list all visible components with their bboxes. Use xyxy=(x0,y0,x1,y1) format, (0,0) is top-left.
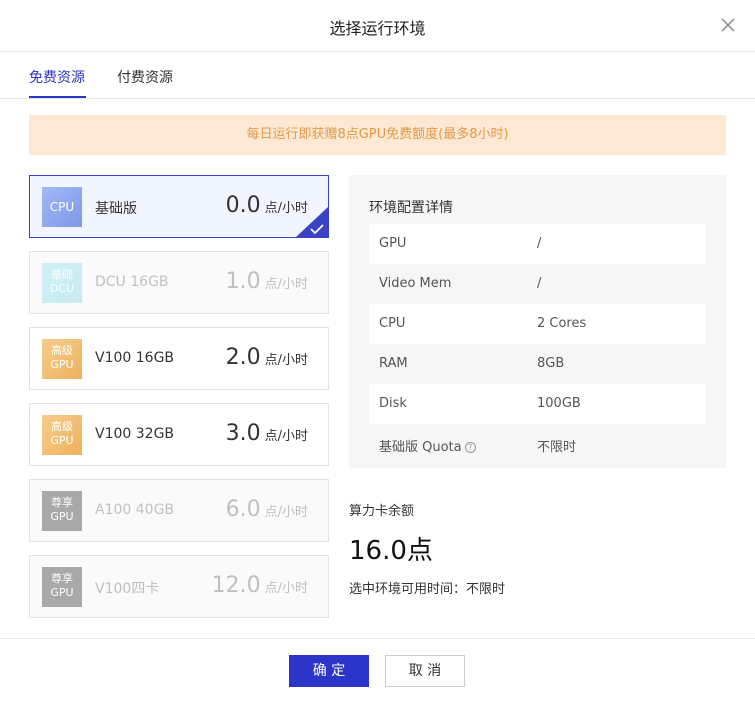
detail-title: 环境配置详情 xyxy=(369,200,453,216)
help-icon[interactable]: ? xyxy=(464,442,476,453)
env-card-price: 1.0 点/小时 xyxy=(226,269,308,294)
detail-row-quota: 基础版 Quota? 不限时 xyxy=(369,424,706,464)
gpu-badge: 高级 GPU xyxy=(42,415,82,455)
detail-value: / xyxy=(537,276,542,291)
env-card-basic[interactable]: CPU 基础版 0.0 点/小时 xyxy=(29,175,329,238)
active-tab-underline xyxy=(29,96,86,98)
cancel-button[interactable]: 取 消 xyxy=(385,655,465,687)
price-value: 2.0 xyxy=(225,345,261,370)
balance-value: 16.0点 xyxy=(349,536,433,566)
notice-banner: 每日运行即获赠8点GPU免费额度(最多8小时) xyxy=(29,115,726,155)
price-unit: 点/小时 xyxy=(264,353,308,368)
price-value: 6.0 xyxy=(225,497,261,522)
env-card-name: A100 40GB xyxy=(95,502,175,518)
dialog-footer: 确 定 取 消 xyxy=(0,638,755,702)
price-value: 0.0 xyxy=(225,193,261,218)
env-card-price: 12.0 点/小时 xyxy=(212,573,308,598)
detail-row-video-mem: Video Mem / xyxy=(369,264,706,304)
detail-value: / xyxy=(537,236,542,251)
env-card-name: V100 16GB xyxy=(95,350,175,366)
selected-check-icon xyxy=(296,207,328,237)
env-card-dcu[interactable]: 基础 DCU DCU 16GB 1.0 点/小时 xyxy=(29,251,329,314)
detail-key: RAM xyxy=(379,356,408,371)
cpu-badge: CPU xyxy=(42,187,82,227)
gpu-badge: 高级 GPU xyxy=(42,339,82,379)
env-card-name: V100四卡 xyxy=(95,581,160,597)
price-unit: 点/小时 xyxy=(264,429,308,444)
detail-key: Disk xyxy=(379,396,407,411)
detail-row-gpu: GPU / xyxy=(369,224,706,264)
detail-row-cpu: CPU 2 Cores xyxy=(369,304,706,344)
detail-key: CPU xyxy=(379,316,406,331)
detail-value: 不限时 xyxy=(537,440,577,455)
detail-row-disk: Disk 100GB xyxy=(369,384,706,424)
confirm-button[interactable]: 确 定 xyxy=(289,655,369,687)
balance-label: 算力卡余额 xyxy=(349,504,415,519)
detail-key: Video Mem xyxy=(379,276,452,291)
detail-key: GPU xyxy=(379,236,407,251)
env-card-price: 6.0 点/小时 xyxy=(226,497,308,522)
gpu-badge: 尊享 GPU xyxy=(42,491,82,531)
tab-bar: 免费资源 付费资源 xyxy=(0,52,755,99)
env-card-price: 2.0 点/小时 xyxy=(226,345,308,370)
price-value: 3.0 xyxy=(225,421,261,446)
env-card-v100-16gb[interactable]: 高级 GPU V100 16GB 2.0 点/小时 xyxy=(29,327,329,390)
env-card-price: 3.0 点/小时 xyxy=(226,421,308,446)
price-unit: 点/小时 xyxy=(264,277,308,292)
detail-key: 基础版 Quota? xyxy=(379,436,476,455)
tab-free-resources[interactable]: 免费资源 xyxy=(29,67,85,87)
env-card-name: DCU 16GB xyxy=(95,274,169,290)
detail-value: 2 Cores xyxy=(537,316,587,331)
dialog-title: 选择运行环境 xyxy=(329,19,426,38)
price-unit: 点/小时 xyxy=(264,505,308,520)
tab-paid-resources[interactable]: 付费资源 xyxy=(117,67,173,87)
env-card-name: 基础版 xyxy=(95,201,137,217)
price-unit: 点/小时 xyxy=(264,581,308,596)
dcu-badge: 基础 DCU xyxy=(42,263,82,303)
close-icon[interactable] xyxy=(717,14,739,36)
detail-row-ram: RAM 8GB xyxy=(369,344,706,384)
env-card-name: V100 32GB xyxy=(95,426,175,442)
detail-value: 8GB xyxy=(537,356,565,371)
env-card-a100-40gb[interactable]: 尊享 GPU A100 40GB 6.0 点/小时 xyxy=(29,479,329,542)
dialog-header: 选择运行环境 xyxy=(0,0,755,52)
price-value: 1.0 xyxy=(225,269,261,294)
env-card-v100-32gb[interactable]: 高级 GPU V100 32GB 3.0 点/小时 xyxy=(29,403,329,466)
availability-text: 选中环境可用时间：不限时 xyxy=(349,582,506,597)
detail-value: 100GB xyxy=(537,396,581,411)
env-card-v100-4card[interactable]: 尊享 GPU V100四卡 12.0 点/小时 xyxy=(29,555,329,618)
env-config-detail-panel: 环境配置详情 GPU / Video Mem / CPU 2 Cores RAM… xyxy=(349,175,726,468)
price-value: 12.0 xyxy=(211,573,261,598)
gpu-badge: 尊享 GPU xyxy=(42,567,82,607)
quota-label: 基础版 Quota xyxy=(379,440,462,455)
